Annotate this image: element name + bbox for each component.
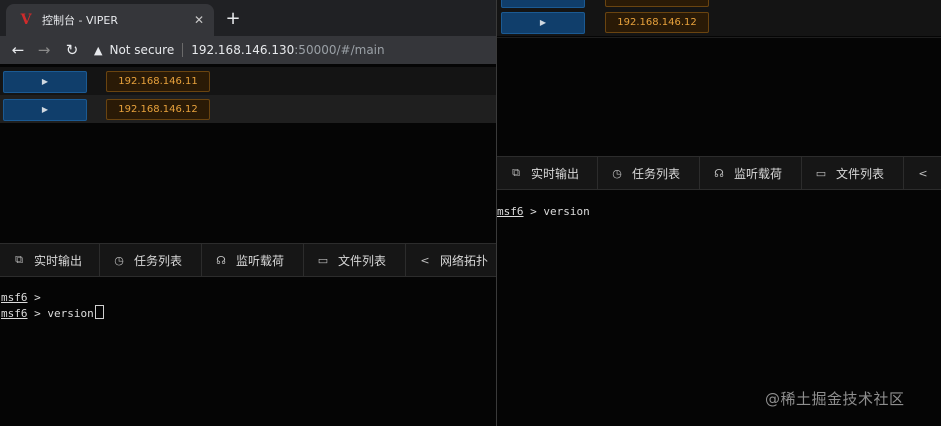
left-browser-window: V 控制台 - VIPER ✕ + ← → ↻ ▲ Not secure 192… [0, 0, 496, 426]
tab-realtime-output[interactable]: ⧉ 实时输出 [497, 157, 598, 189]
tab-label: 监听载荷 [236, 253, 285, 268]
url-host: 192.168.146.130 [191, 43, 295, 57]
terminal-command: version [543, 205, 590, 218]
console-tab-bar: ⧉ 实时输出 ◷ 任务列表 ☊ 监听载荷 ▭ 文件列表 < 网络拓扑 [0, 243, 496, 277]
folder-icon: ▭ [815, 166, 827, 180]
address-bar: ← → ↻ ▲ Not secure 192.168.146.130:50000… [0, 36, 496, 64]
url-divider [182, 43, 184, 57]
host-row[interactable]: ▶ 192.168.146.12 [0, 95, 496, 123]
text-cursor [94, 305, 104, 319]
tab-file-list[interactable]: ▭ 文件列表 [304, 244, 406, 276]
tab-task-list[interactable]: ◷ 任务列表 [100, 244, 202, 276]
terminal-output[interactable]: msf6 > version [497, 204, 590, 219]
tab-label: 文件列表 [836, 166, 885, 181]
terminal-line: msf6 > [1, 290, 104, 305]
right-browser-window: ▶ 192.168.146.12 ⧉ 实时输出 ◷ 任务列表 ☊ 监听载荷 ▭ … [497, 0, 941, 426]
headphones-icon: ☊ [216, 253, 226, 267]
terminal-output[interactable]: msf6 > msf6 > version [1, 290, 104, 321]
tab-label: 实时输出 [34, 253, 83, 268]
terminal-prompt: msf6 [497, 205, 524, 218]
tab-task-list[interactable]: ◷ 任务列表 [598, 157, 700, 189]
close-icon[interactable]: ✕ [194, 13, 204, 27]
host-row[interactable]: ▶ 192.168.146.12 [497, 8, 941, 36]
expand-button[interactable]: ▶ [3, 71, 87, 93]
browser-tab-strip: V 控制台 - VIPER ✕ + [0, 0, 496, 36]
host-ip-badge: 192.168.146.11 [106, 71, 210, 92]
expand-button-partial[interactable] [501, 0, 585, 8]
row-divider [497, 37, 941, 38]
warning-icon: ▲ [94, 43, 103, 57]
console-tab-bar: ⧉ 实时输出 ◷ 任务列表 ☊ 监听载荷 ▭ 文件列表 < [497, 156, 941, 190]
tab-listener-payload[interactable]: ☊ 监听载荷 [700, 157, 802, 189]
expand-button[interactable]: ▶ [501, 12, 585, 34]
new-tab-button[interactable]: + [222, 8, 244, 30]
share-icon: < [420, 253, 430, 267]
monitor-icon: ⧉ [15, 253, 23, 266]
terminal-line: msf6 > version [1, 305, 104, 321]
host-row-partial [497, 0, 941, 8]
headphones-icon: ☊ [714, 166, 724, 180]
share-icon: < [918, 166, 928, 180]
terminal-line: msf6 > version [497, 204, 590, 219]
reload-icon[interactable]: ↻ [62, 40, 82, 60]
tab-label: 实时输出 [531, 166, 580, 181]
tab-file-list[interactable]: ▭ 文件列表 [802, 157, 904, 189]
tab-realtime-output[interactable]: ⧉ 实时输出 [0, 244, 100, 276]
expand-button[interactable]: ▶ [3, 99, 87, 121]
forward-arrow-icon[interactable]: → [34, 40, 54, 60]
watermark: @稀土掘金技术社区 [765, 390, 905, 408]
host-row[interactable]: ▶ 192.168.146.11 [0, 67, 496, 95]
browser-tab[interactable]: V 控制台 - VIPER ✕ [6, 4, 214, 36]
tab-network-topology[interactable]: < 网络拓扑 [406, 244, 496, 276]
tab-label: 监听载荷 [734, 166, 783, 181]
prompt-separator: > [27, 291, 41, 304]
folder-icon: ▭ [317, 253, 329, 267]
terminal-prompt: msf6 [1, 307, 28, 320]
terminal-prompt: msf6 [1, 291, 28, 304]
tab-label: 任务列表 [632, 166, 681, 181]
security-label: Not secure [109, 43, 175, 57]
clock-icon: ◷ [114, 253, 124, 267]
prompt-separator: > [523, 205, 544, 218]
monitor-icon: ⧉ [512, 166, 520, 179]
prompt-separator: > [27, 307, 48, 320]
host-ip-badge: 192.168.146.12 [106, 99, 210, 120]
tab-listener-payload[interactable]: ☊ 监听载荷 [202, 244, 304, 276]
tab-network-topology[interactable]: < [904, 157, 941, 189]
browser-tab-title: 控制台 - VIPER [42, 14, 118, 27]
tab-label: 任务列表 [134, 253, 183, 268]
back-arrow-icon[interactable]: ← [8, 40, 28, 60]
url-field[interactable]: ▲ Not secure 192.168.146.130:50000/#/mai… [94, 39, 494, 61]
clock-icon: ◷ [612, 166, 622, 180]
url-path: :50000/#/main [294, 43, 385, 57]
host-ip-badge: 192.168.146.12 [605, 12, 709, 33]
viper-logo-icon: V [20, 12, 32, 28]
host-ip-badge-partial [605, 0, 709, 7]
tab-label: 网络拓扑 [440, 253, 489, 268]
terminal-command: version [47, 307, 94, 320]
tab-label: 文件列表 [338, 253, 387, 268]
